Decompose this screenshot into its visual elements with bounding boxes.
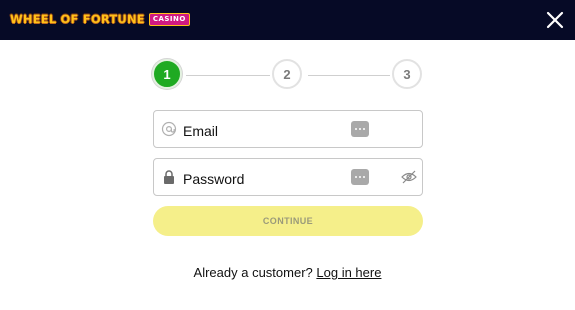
close-icon <box>546 11 564 29</box>
step-connector <box>186 75 270 76</box>
password-manager-icon[interactable] <box>351 169 369 185</box>
continue-button[interactable]: CONTINUE <box>153 206 423 236</box>
step-1: 1 <box>152 59 182 89</box>
email-field[interactable]: Email <box>153 110 423 148</box>
login-link[interactable]: Log in here <box>316 265 381 280</box>
brand-logo[interactable]: WHEEL OF FORTUNE CASINO <box>10 10 190 28</box>
step-3: 3 <box>392 59 422 89</box>
login-prompt-text: Already a customer? <box>193 265 313 280</box>
at-sign-icon <box>161 121 177 137</box>
lock-icon <box>164 170 174 184</box>
password-manager-icon[interactable] <box>351 121 369 137</box>
step-connector <box>308 75 390 76</box>
step-2-number: 2 <box>283 66 291 82</box>
step-2: 2 <box>272 59 302 89</box>
close-button[interactable] <box>541 6 569 34</box>
top-bar: WHEEL OF FORTUNE CASINO <box>0 0 575 40</box>
step-3-number: 3 <box>403 66 411 82</box>
password-label: Password <box>183 171 245 187</box>
logo-wordmark: WHEEL OF FORTUNE <box>10 12 145 26</box>
eye-slash-icon[interactable] <box>401 170 417 184</box>
progress-stepper: 1 2 3 <box>152 59 426 93</box>
password-field[interactable]: Password <box>153 158 423 196</box>
logo-badge: CASINO <box>148 12 190 26</box>
email-label: Email <box>183 123 219 139</box>
step-1-number: 1 <box>163 66 171 82</box>
login-prompt: Already a customer? Log in here <box>0 265 575 280</box>
